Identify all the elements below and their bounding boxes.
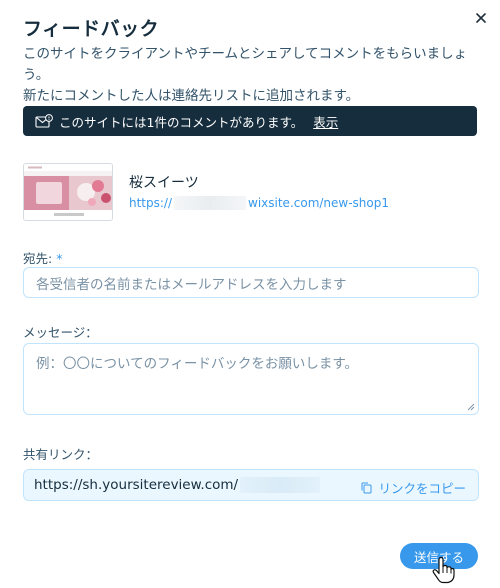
site-url[interactable]: https:// wixsite.com/new-shop1 bbox=[129, 196, 389, 210]
hand-cursor-icon bbox=[431, 556, 455, 584]
comments-notice: このサイトには1件のコメントがあります。 表示 bbox=[23, 106, 477, 136]
recipients-label: 宛先: * bbox=[23, 248, 62, 267]
copy-link-label: リンクをコピー bbox=[378, 481, 466, 496]
share-link-url: https://sh.yoursitereview.com/ bbox=[34, 477, 239, 493]
redacted-text bbox=[240, 477, 321, 493]
show-comments-link[interactable]: 表示 bbox=[313, 112, 338, 131]
feedback-dialog: フィードバック このサイトをクライアントやチームとシェアしてコメントをもらいまし… bbox=[0, 0, 500, 588]
close-button[interactable] bbox=[472, 9, 490, 27]
recipients-input[interactable]: 各受信者の名前またはメールアドレスを入力します bbox=[23, 267, 479, 298]
share-link-label: 共有リンク： bbox=[23, 447, 99, 462]
site-name: 桜スイーツ bbox=[129, 175, 199, 191]
site-url-prefix: https:// bbox=[129, 196, 173, 210]
copy-icon bbox=[361, 482, 372, 493]
message-placeholder: 例：〇〇についてのフィードバックをお願いします。 bbox=[36, 356, 358, 372]
envelope-icon bbox=[35, 114, 53, 128]
notice-text: このサイトには1件のコメントがあります。 bbox=[59, 114, 304, 130]
dialog-title: フィードバック bbox=[23, 18, 160, 40]
redacted-text bbox=[174, 196, 247, 210]
site-thumbnail bbox=[23, 163, 113, 221]
resize-handle-icon[interactable] bbox=[467, 403, 475, 411]
message-label: メッセージ： bbox=[23, 325, 98, 340]
close-icon bbox=[476, 13, 486, 23]
recipients-placeholder: 各受信者の名前またはメールアドレスを入力します bbox=[36, 276, 347, 293]
dialog-description: このサイトをクライアントやチームとシェアしてコメントをもらいましょう。 新たにコ… bbox=[23, 44, 493, 107]
recipients-label-text: 宛先: bbox=[23, 251, 53, 266]
required-mark: * bbox=[56, 251, 63, 266]
description-line-1: このサイトをクライアントやチームとシェアしてコメントをもらいましょう。 bbox=[23, 46, 468, 83]
copy-link-button[interactable]: リンクをコピー bbox=[361, 478, 466, 497]
site-url-suffix: wixsite.com/new-shop1 bbox=[248, 196, 390, 210]
site-thumbnail-image bbox=[24, 164, 112, 220]
share-link-field[interactable]: https://sh.yoursitereview.com/ リンクをコピー bbox=[23, 469, 479, 501]
description-line-2: 新たにコメントした人は連絡先リストに追加されます。 bbox=[23, 88, 360, 104]
message-textarea[interactable]: 例：〇〇についてのフィードバックをお願いします。 bbox=[23, 343, 479, 415]
